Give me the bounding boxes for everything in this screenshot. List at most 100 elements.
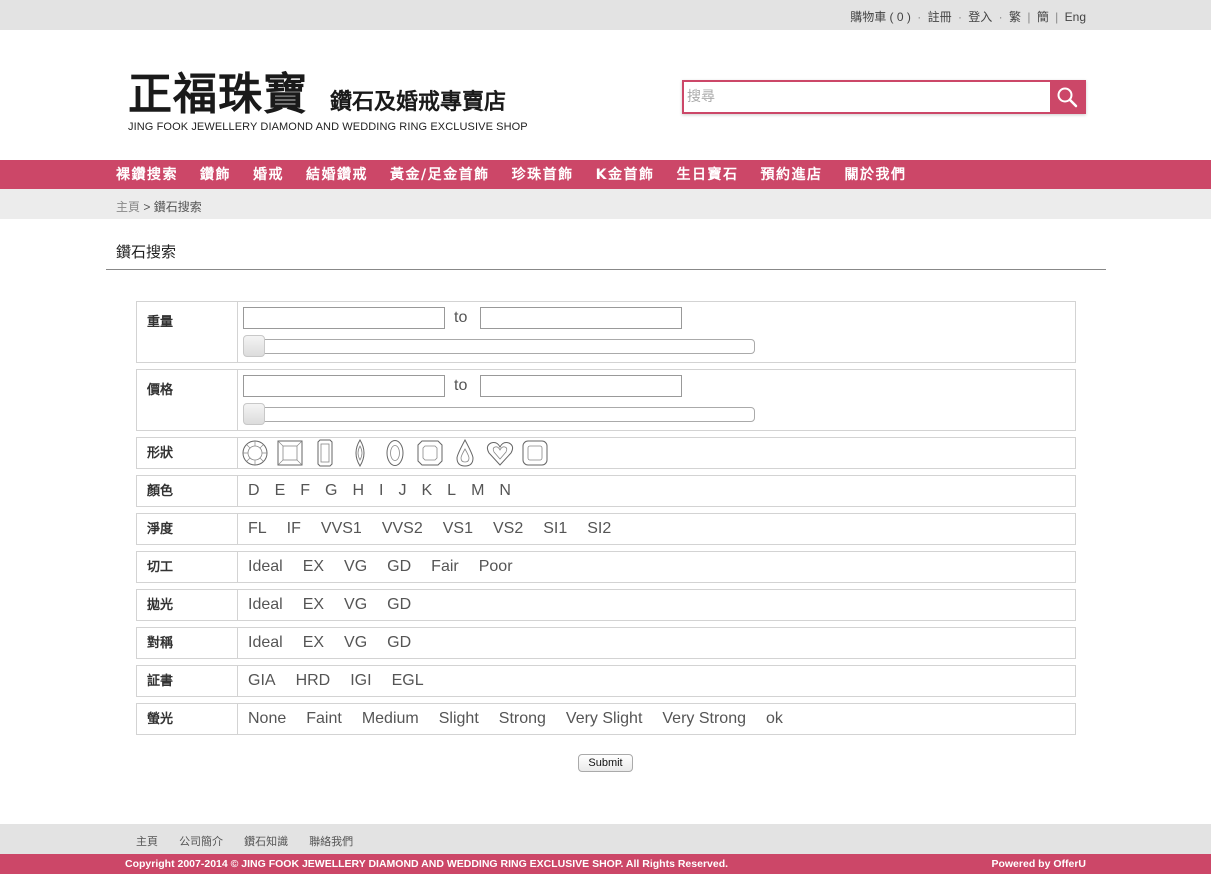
color-option[interactable]: F: [300, 482, 310, 500]
fluorescence-option[interactable]: Medium: [362, 710, 419, 728]
fluorescence-option[interactable]: Slight: [439, 710, 479, 728]
nav-item-about-us[interactable]: 關於我們: [844, 160, 906, 189]
oval-shape-icon[interactable]: [380, 439, 410, 467]
color-option[interactable]: J: [398, 482, 406, 500]
nav-item-loose-diamond-search[interactable]: 裸鑽搜索: [116, 160, 178, 189]
fluorescence-option[interactable]: None: [248, 710, 286, 728]
fluorescence-option[interactable]: Faint: [306, 710, 342, 728]
clarity-row: 淨度 FL IF VVS1 VVS2 VS1 VS2 SI1 SI2: [136, 513, 1076, 545]
clarity-option[interactable]: SI2: [587, 520, 611, 538]
round-shape-icon[interactable]: [240, 439, 270, 467]
polish-option[interactable]: EX: [303, 596, 324, 614]
marquise-shape-icon[interactable]: [345, 439, 375, 467]
footer-link-home[interactable]: 主頁: [136, 836, 158, 848]
color-option[interactable]: K: [421, 482, 432, 500]
cushion-shape-icon[interactable]: [520, 439, 550, 467]
symmetry-option[interactable]: Ideal: [248, 634, 283, 652]
footer-link-contact[interactable]: 聯絡我們: [309, 836, 353, 848]
color-option[interactable]: E: [275, 482, 286, 500]
color-option[interactable]: G: [325, 482, 337, 500]
nav-item-pearl-jewellery[interactable]: 珍珠首飾: [512, 160, 574, 189]
fluorescence-option[interactable]: Very Slight: [566, 710, 642, 728]
symmetry-option[interactable]: EX: [303, 634, 324, 652]
symmetry-options: Ideal EX VG GD: [248, 628, 431, 658]
weight-slider-handle[interactable]: [243, 335, 265, 357]
search-input[interactable]: [684, 82, 1050, 112]
price-slider-handle[interactable]: [243, 403, 265, 425]
cart-link[interactable]: 購物車 ( 0 ): [850, 8, 911, 25]
cut-option[interactable]: EX: [303, 558, 324, 576]
color-option[interactable]: H: [352, 482, 364, 500]
cut-option[interactable]: Fair: [431, 558, 459, 576]
footer-link-diamond-knowledge[interactable]: 鑽石知識: [244, 836, 288, 848]
cut-option[interactable]: GD: [387, 558, 411, 576]
breadcrumb-home-link[interactable]: 主頁: [116, 200, 140, 214]
radiant-shape-icon[interactable]: [415, 439, 445, 467]
nav-item-book-appointment[interactable]: 預約進店: [760, 160, 822, 189]
price-slider-track[interactable]: [243, 407, 755, 422]
symmetry-label: 對稱: [137, 628, 238, 658]
symmetry-option[interactable]: GD: [387, 634, 411, 652]
nav-item-wedding-rings[interactable]: 婚戒: [253, 160, 284, 189]
lang-simplified-link[interactable]: 簡: [1037, 8, 1049, 25]
color-option[interactable]: M: [471, 482, 484, 500]
fluorescence-option[interactable]: Very Strong: [662, 710, 746, 728]
price-min-input[interactable]: [243, 375, 445, 397]
clarity-option[interactable]: VS2: [493, 520, 523, 538]
fluorescence-option[interactable]: ok: [766, 710, 783, 728]
magnifier-icon: [1057, 87, 1078, 108]
submit-button[interactable]: Submit: [578, 754, 633, 772]
nav-item-k-gold-jewellery[interactable]: K金首飾: [596, 160, 655, 189]
login-link[interactable]: 登入: [968, 8, 992, 25]
clarity-option[interactable]: FL: [248, 520, 267, 538]
princess-shape-icon[interactable]: [275, 439, 305, 467]
color-option[interactable]: N: [499, 482, 511, 500]
clarity-option[interactable]: VVS1: [321, 520, 362, 538]
cut-row: 切工 Ideal EX VG GD Fair Poor: [136, 551, 1076, 583]
emerald-shape-icon[interactable]: [310, 439, 340, 467]
fluorescence-option[interactable]: Strong: [499, 710, 546, 728]
nav-item-diamond-jewellery[interactable]: 鑽飾: [200, 160, 231, 189]
cut-option[interactable]: Poor: [479, 558, 513, 576]
lang-traditional-link[interactable]: 繁: [1009, 8, 1021, 25]
nav-item-gold-jewellery[interactable]: 黃金/足金首飾: [390, 160, 490, 189]
symmetry-option[interactable]: VG: [344, 634, 367, 652]
certificate-option[interactable]: IGI: [350, 672, 371, 690]
footer-link-company[interactable]: 公司簡介: [179, 836, 223, 848]
clarity-option[interactable]: SI1: [543, 520, 567, 538]
clarity-option[interactable]: VVS2: [382, 520, 423, 538]
powered-by-text[interactable]: Powered by OfferU: [991, 858, 1086, 870]
certificate-content: GIA HRD IGI EGL: [238, 666, 1075, 696]
color-label: 顏色: [137, 476, 238, 506]
weight-max-input[interactable]: [480, 307, 682, 329]
polish-option[interactable]: Ideal: [248, 596, 283, 614]
color-option[interactable]: I: [379, 482, 383, 500]
search-button[interactable]: [1050, 82, 1084, 112]
polish-option[interactable]: VG: [344, 596, 367, 614]
clarity-option[interactable]: IF: [287, 520, 301, 538]
certificate-option[interactable]: HRD: [296, 672, 331, 690]
color-row: 顏色 D E F G H I J K L M N: [136, 475, 1076, 507]
register-link[interactable]: 註冊: [928, 8, 952, 25]
price-max-input[interactable]: [480, 375, 682, 397]
top-utility-bar: 購物車 ( 0 ) · 註冊 · 登入 · 繁 | 簡 | Eng: [0, 0, 1211, 30]
nav-item-birthstones[interactable]: 生日寶石: [676, 160, 738, 189]
price-row: 價格 to: [136, 369, 1076, 431]
cut-content: Ideal EX VG GD Fair Poor: [238, 552, 1075, 582]
weight-slider-track[interactable]: [243, 339, 755, 354]
certificate-option[interactable]: EGL: [392, 672, 424, 690]
color-option[interactable]: D: [248, 482, 260, 500]
lang-english-link[interactable]: Eng: [1065, 10, 1086, 24]
color-option[interactable]: L: [447, 482, 456, 500]
polish-option[interactable]: GD: [387, 596, 411, 614]
clarity-option[interactable]: VS1: [443, 520, 473, 538]
cut-option[interactable]: VG: [344, 558, 367, 576]
weight-min-input[interactable]: [243, 307, 445, 329]
nav-item-engagement-rings[interactable]: 結婚鑽戒: [306, 160, 368, 189]
cut-option[interactable]: Ideal: [248, 558, 283, 576]
logo-chinese[interactable]: 正福珠寶: [128, 58, 308, 122]
certificate-option[interactable]: GIA: [248, 672, 276, 690]
heart-shape-icon[interactable]: [485, 439, 515, 467]
pear-shape-icon[interactable]: [450, 439, 480, 467]
top-links: 購物車 ( 0 ) · 註冊 · 登入 · 繁 | 簡 | Eng: [850, 8, 1086, 25]
